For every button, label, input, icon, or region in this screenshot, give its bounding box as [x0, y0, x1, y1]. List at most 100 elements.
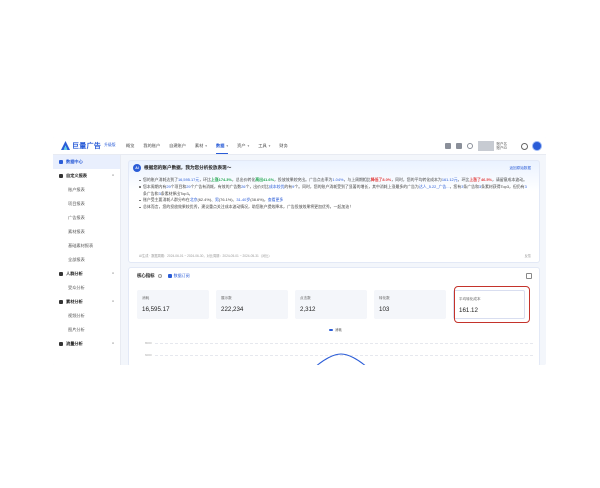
summary-text: 降低了8.0%: [370, 177, 392, 182]
help-icon[interactable]: [466, 143, 473, 149]
menu-icon: [59, 174, 63, 178]
ai-summary-bullet: 您本周期内有29个项目和29个广告有消耗，有效的广告数26个，出价对比成本较优的…: [139, 184, 529, 198]
sidebar-item-label: 视频分析: [68, 313, 85, 318]
account-switcher[interactable]: 账户名 账户ID: [497, 142, 508, 151]
ai-analysis-card: AI 根据您的账户数据，我为您分析投放表现～ 返回原始数据 您的账户消耗达到了1…: [128, 160, 540, 263]
nav-item-label: 工具: [258, 142, 267, 148]
menu-icon: [59, 300, 63, 304]
summary-text: ，您有: [449, 183, 462, 189]
top-navigation-bar: 巨量广告 升级版 概览 我的账户 自建账户 素材 ▾ 数据 ▾ 资产 ▾ 工具 ▾ 财务 账户…: [53, 137, 546, 155]
summary-text: 条素材获得Top3，但仍有: [481, 183, 525, 189]
trend-line: [316, 353, 366, 365]
sidebar-item[interactable]: 视频分析: [53, 309, 120, 323]
sidebar-item[interactable]: 素材分析 ^: [53, 295, 120, 309]
notification-icon[interactable]: [455, 143, 462, 149]
summary-text: 个广告有消耗，有效的广告数: [190, 183, 242, 189]
ai-summary-body: 您的账户消耗达到了16,595.17元，环比上涨174.3%，总出价转化高出41…: [129, 175, 539, 211]
summary-text: ，环比: [199, 177, 211, 182]
menu-icon: [59, 160, 63, 164]
account-avatar-block[interactable]: [477, 141, 494, 151]
sidebar-item[interactable]: 图片分析: [53, 323, 120, 337]
sidebar-item[interactable]: 数据中心: [53, 155, 120, 169]
sidebar-item[interactable]: 项目报表: [53, 197, 120, 211]
sidebar-item[interactable]: 自定义报表 ^: [53, 169, 120, 183]
nav-item-label: 资产: [237, 142, 246, 148]
summary-text: 1.04%: [332, 177, 344, 182]
chevron-down-icon: ▾: [204, 143, 208, 148]
sidebar-item[interactable]: 基础素材报表: [53, 239, 120, 253]
summary-text: 总体而言，您的投放效果较优秀，建议重点关注成本波动情况，助您账户提效降本，广告投…: [143, 204, 354, 210]
nav-item[interactable]: 素材 ▾: [195, 143, 207, 149]
main-nav: 概览 我的账户 自建账户 素材 ▾ 数据 ▾ 资产 ▾ 工具 ▾ 财务: [126, 142, 297, 154]
nav-item[interactable]: 我的账户: [143, 143, 160, 149]
summary-text: (62.4%)、: [197, 197, 215, 203]
sidebar-item[interactable]: 受众分析: [53, 281, 120, 295]
sidebar-item[interactable]: 流量分析 ^: [53, 337, 120, 351]
nav-item-label: 素材: [194, 142, 204, 148]
logo-badge: 升级版: [104, 143, 116, 147]
sidebar-item[interactable]: 账户报表: [53, 183, 120, 197]
sidebar-item-label: 图片分析: [68, 327, 85, 332]
ai-summary-bullet: 总体而言，您的投放效果较优秀，建议重点关注成本波动情况，助您账户提效降本，广告投…: [139, 204, 529, 211]
message-icon[interactable]: [444, 143, 451, 149]
settings-gear-icon[interactable]: [521, 142, 528, 150]
nav-item[interactable]: 自建账户: [169, 143, 186, 149]
chevron-down-icon: ▾: [246, 143, 250, 148]
sidebar-item[interactable]: 素材报表: [53, 225, 120, 239]
sidebar-item-label: 广告报表: [68, 215, 85, 220]
summary-text: 高出41.6%: [255, 177, 275, 182]
summary-text: 条广告和: [463, 183, 479, 189]
toolbar-right: 账户名 账户ID: [444, 137, 542, 155]
summary-text: 账户受主要消耗人群分布在: [143, 197, 190, 203]
nav-item-label: 我的账户: [143, 142, 161, 148]
nav-item[interactable]: 工具 ▾: [258, 143, 270, 149]
summary-text: 的有: [284, 183, 293, 189]
chevron-up-icon[interactable]: ^: [112, 174, 114, 178]
summary-text: 31-40岁: [236, 197, 251, 203]
chevron-down-icon: ▾: [267, 143, 271, 148]
nav-item[interactable]: 资产 ▾: [237, 143, 249, 149]
nav-item-label: 数据: [216, 142, 225, 148]
ai-card-header: AI 根据您的账户数据，我为您分析投放表现～: [129, 161, 539, 175]
sidebar-item[interactable]: 全部报表: [53, 253, 120, 267]
user-avatar[interactable]: [532, 141, 542, 151]
sidebar-item-label: 账户报表: [68, 187, 85, 192]
chevron-up-icon[interactable]: ^: [112, 300, 114, 304]
summary-text: 个项目和: [170, 183, 187, 189]
summary-text: 成本较优: [268, 183, 285, 189]
logo-icon: [61, 141, 70, 150]
summary-text: 条广告和: [143, 190, 159, 196]
chevron-up-icon[interactable]: ^: [112, 342, 114, 346]
summary-text[interactable]: 查看更多: [268, 197, 284, 202]
menu-icon: [59, 272, 63, 276]
ai-card-title: 根据您的账户数据，我为您分析投放表现～: [144, 165, 232, 170]
summary-text: 16,595.17元: [178, 177, 200, 182]
sidebar-item-label: 流量分析: [66, 341, 83, 346]
sidebar-item-label: 人群分析: [66, 271, 83, 276]
sidebar-item-label: 全部报表: [68, 257, 85, 262]
back-to-raw-data-link[interactable]: 返回原始数据: [509, 166, 531, 171]
sidebar-item-label: 项目报表: [68, 201, 85, 206]
sidebar-item-label: 数据中心: [66, 159, 83, 164]
nav-item[interactable]: 财务: [279, 143, 287, 149]
chevron-down-icon: ▾: [225, 143, 229, 148]
summary-text: ，环比: [457, 177, 470, 182]
summary-text: (76.1%)、: [218, 197, 237, 203]
ai-summary-bullet: 您的账户消耗达到了16,595.17元，环比上涨174.3%，总出价转化高出41…: [139, 177, 529, 184]
brand-logo[interactable]: 巨量广告 升级版: [61, 141, 126, 151]
nav-item-label: 概览: [126, 142, 135, 148]
feedback-link[interactable]: 反馈: [525, 253, 531, 258]
core-metrics-card: 核心指标 数据订阅 消耗 16,595.17 展示数 222,234 点击数 2,312 转…: [128, 267, 540, 365]
chevron-up-icon[interactable]: ^: [112, 272, 114, 276]
ai-badge-icon: AI: [133, 164, 141, 172]
nav-item[interactable]: 数据 ▾: [216, 142, 229, 154]
nav-item-label: 自建账户: [169, 142, 186, 148]
sidebar-item-label: 自定义报表: [66, 173, 87, 178]
nav-item[interactable]: 概览: [126, 143, 134, 149]
sidebar-item-label: 素材分析: [66, 299, 83, 304]
summary-text: 161.12元: [441, 177, 458, 182]
menu-icon: [59, 342, 63, 346]
sidebar-item[interactable]: 人群分析 ^: [53, 267, 120, 281]
sidebar-item[interactable]: 广告报表: [53, 211, 120, 225]
summary-text: 3: [524, 183, 527, 189]
